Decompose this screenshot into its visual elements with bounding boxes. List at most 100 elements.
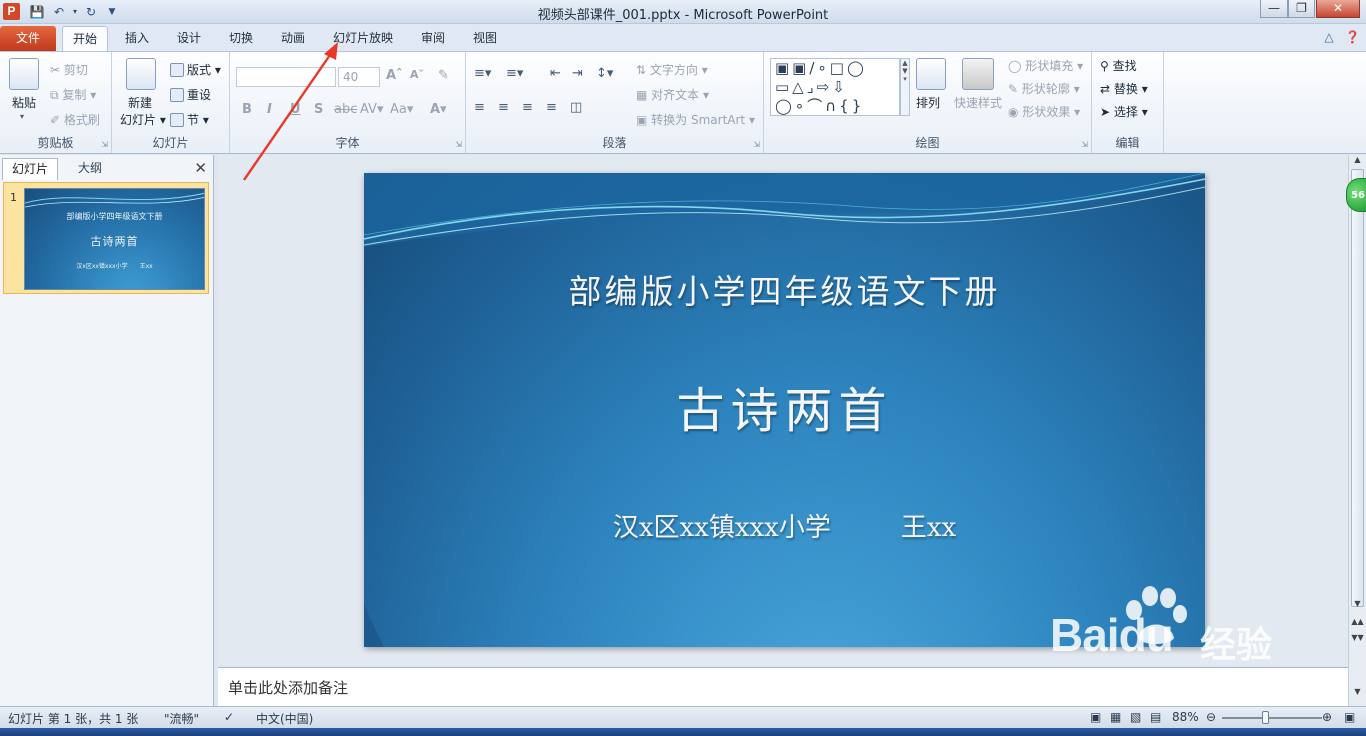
- arrange-button[interactable]: 排列: [916, 94, 940, 111]
- columns-icon[interactable]: ◫: [570, 100, 582, 115]
- layout-button[interactable]: 版式 ▾: [170, 61, 221, 78]
- text-direction-button[interactable]: ⇅ 文字方向 ▾: [636, 61, 708, 78]
- watermark-cn: 经验: [1200, 625, 1273, 666]
- tab-file[interactable]: 文件: [0, 26, 56, 51]
- zoom-slider[interactable]: [1222, 717, 1322, 719]
- fit-to-window-icon[interactable]: ▣: [1344, 710, 1355, 724]
- convert-smartart-button[interactable]: ▣ 转换为 SmartArt ▾: [636, 111, 755, 128]
- paste-button[interactable]: 粘贴: [12, 94, 36, 111]
- tab-home[interactable]: 开始: [62, 26, 108, 51]
- section-icon: [170, 113, 184, 127]
- increase-indent-icon[interactable]: ⇥: [572, 66, 583, 81]
- slide-sorter-icon[interactable]: ▦: [1110, 710, 1121, 724]
- find-button[interactable]: ⚲ 查找: [1100, 57, 1137, 74]
- align-center-icon[interactable]: ≡: [498, 100, 509, 115]
- change-case-icon[interactable]: Aa▾: [390, 102, 413, 117]
- decrease-indent-icon[interactable]: ⇤: [550, 66, 561, 81]
- tab-outline[interactable]: 大纲: [62, 158, 118, 180]
- slide-thumbnail[interactable]: 部编版小学四年级语文下册 古诗两首 汉x区xx镇xxx小学 王xx: [24, 188, 205, 290]
- new-slide-button[interactable]: 新建: [128, 94, 152, 111]
- dialog-launcher-icon[interactable]: ⇲: [1081, 140, 1088, 149]
- scroll-down-icon[interactable]: ▼: [1349, 599, 1366, 614]
- dialog-launcher-icon[interactable]: ⇲: [101, 140, 108, 149]
- status-bar: 幻灯片 第 1 张，共 1 张 "流畅" ✓ 中文(中国) ▣ ▦ ▧ ▤ 88…: [0, 706, 1366, 728]
- justify-icon[interactable]: ≡: [546, 100, 557, 115]
- slide-author-line[interactable]: 汉x区xx镇xxx小学 王xx: [364, 507, 1205, 544]
- line-spacing-icon[interactable]: ↕▾: [596, 66, 613, 81]
- shape-outline-button[interactable]: ✎ 形状轮廓 ▾: [1008, 80, 1080, 97]
- side-badge[interactable]: 56: [1346, 178, 1366, 212]
- shape-fill-button[interactable]: ◯ 形状填充 ▾: [1008, 57, 1083, 74]
- language-status[interactable]: 中文(中国): [256, 710, 313, 727]
- clipboard-group: 粘贴 ▾ ✂ 剪切 ⧉ 复制 ▾ ✐ 格式刷 剪贴板 ⇲: [0, 52, 112, 153]
- next-slide-icon[interactable]: ▼▼: [1349, 633, 1366, 648]
- spellcheck-icon[interactable]: ✓: [224, 710, 234, 724]
- zoom-out-icon[interactable]: ⊖: [1206, 710, 1216, 724]
- character-spacing-icon[interactable]: AV▾: [360, 102, 383, 117]
- dialog-launcher-icon[interactable]: ⇲: [753, 140, 760, 149]
- slide-thumbnail-selected[interactable]: 1 部编版小学四年级语文下册 古诗两首 汉x区xx镇xxx小学 王xx: [3, 182, 209, 294]
- dialog-launcher-icon[interactable]: ⇲: [455, 140, 462, 149]
- minimize-ribbon-icon[interactable]: △: [1324, 30, 1333, 44]
- tab-insert[interactable]: 插入: [116, 26, 158, 51]
- new-slide-dropdown[interactable]: 幻灯片 ▾: [120, 111, 166, 128]
- maximize-button[interactable]: ❐: [1288, 0, 1315, 18]
- gallery-scroll[interactable]: ▲ ▼ ▾: [900, 58, 910, 116]
- shape-effects-button[interactable]: ◉ 形状效果 ▾: [1008, 103, 1080, 120]
- slideshow-view-icon[interactable]: ▤: [1150, 710, 1161, 724]
- tab-design[interactable]: 设计: [168, 26, 210, 51]
- shapes-gallery[interactable]: ▣▣∕∘□◯ ▭△⌟⇨⇩ ◯∘⌒∩{}: [770, 58, 900, 116]
- format-painter-button[interactable]: ✐ 格式刷: [50, 111, 100, 128]
- select-button[interactable]: ➤ 选择 ▾: [1100, 103, 1148, 120]
- watermark-brand: Baidu: [1050, 609, 1174, 661]
- normal-view-icon[interactable]: ▣: [1090, 710, 1101, 724]
- reading-view-icon[interactable]: ▧: [1130, 710, 1141, 724]
- thumbnail-author: 汉x区xx镇xxx小学 王xx: [76, 263, 153, 270]
- paste-dropdown-icon[interactable]: ▾: [20, 112, 24, 121]
- zoom-slider-handle[interactable]: [1262, 711, 1269, 724]
- watermark-url: jingyan.baidu.com: [1044, 674, 1239, 699]
- align-right-icon[interactable]: ≡: [522, 100, 533, 115]
- copy-button[interactable]: ⧉ 复制 ▾: [50, 86, 96, 103]
- editing-group-label: 编辑: [1115, 136, 1140, 150]
- smartart-icon: ▣: [636, 113, 648, 127]
- previous-slide-icon[interactable]: ▲▲: [1349, 617, 1366, 632]
- close-button[interactable]: ✕: [1316, 0, 1360, 18]
- ribbon-tab-row: 文件 开始 插入 设计 切换 动画 幻灯片放映 审阅 视图 △ ❓: [0, 24, 1366, 51]
- slide-count-status: 幻灯片 第 1 张，共 1 张: [8, 712, 139, 726]
- tab-view[interactable]: 视图: [464, 26, 506, 51]
- section-button[interactable]: 节 ▾: [170, 111, 209, 128]
- bullets-icon[interactable]: ≡▾: [474, 66, 491, 81]
- notes-placeholder[interactable]: 单击此处添加备注: [228, 677, 348, 698]
- zoom-in-icon[interactable]: ⊕: [1322, 710, 1332, 724]
- paste-icon: [9, 58, 39, 90]
- reset-button[interactable]: 重设: [170, 86, 211, 103]
- clear-formatting-icon[interactable]: ✎: [438, 68, 449, 83]
- scroll-up-icon[interactable]: ▲: [1349, 155, 1366, 170]
- close-panel-icon[interactable]: ✕: [194, 159, 207, 177]
- current-slide[interactable]: 部编版小学四年级语文下册 古诗两首 汉x区xx镇xxx小学 王xx: [364, 173, 1205, 647]
- replace-button[interactable]: ⇄ 替换 ▾: [1100, 80, 1148, 97]
- cut-button[interactable]: ✂ 剪切: [50, 61, 88, 78]
- minimize-button[interactable]: —: [1260, 0, 1288, 18]
- align-left-icon[interactable]: ≡: [474, 100, 485, 115]
- quick-styles-button[interactable]: 快速样式: [954, 94, 1002, 111]
- font-color-icon[interactable]: A▾: [430, 102, 447, 117]
- shrink-font-icon[interactable]: Aˇ: [410, 68, 424, 81]
- scroll-down-notes-icon[interactable]: ▼: [1349, 687, 1366, 702]
- tab-slides[interactable]: 幻灯片: [2, 158, 58, 180]
- align-text-button[interactable]: ▦ 对齐文本 ▾: [636, 86, 709, 103]
- scrollbar-thumb[interactable]: [1351, 169, 1364, 607]
- grow-font-icon[interactable]: Aˆ: [386, 68, 403, 83]
- title-bar: P 💾 ↶ ▾ ↻ ▼ 视频头部课件_001.pptx - Microsoft …: [0, 0, 1366, 24]
- ribbon: 粘贴 ▾ ✂ 剪切 ⧉ 复制 ▾ ✐ 格式刷 剪贴板 ⇲ 新建 幻灯片 ▾ 版式…: [0, 51, 1366, 154]
- close-icon: ✕: [1332, 1, 1344, 15]
- help-icon[interactable]: ❓: [1345, 30, 1360, 44]
- numbering-icon[interactable]: ≡▾: [506, 66, 523, 81]
- tab-review[interactable]: 审阅: [412, 26, 454, 51]
- zoom-level[interactable]: 88%: [1172, 710, 1199, 724]
- vertical-scrollbar[interactable]: ▲ ▼ ▲▲ ▼▼ ▼: [1348, 155, 1366, 706]
- slide-subtitle[interactable]: 部编版小学四年级语文下册: [364, 265, 1205, 313]
- slide-title[interactable]: 古诗两首: [364, 371, 1205, 441]
- thumbnail-subtitle: 部编版小学四年级语文下册: [66, 212, 163, 221]
